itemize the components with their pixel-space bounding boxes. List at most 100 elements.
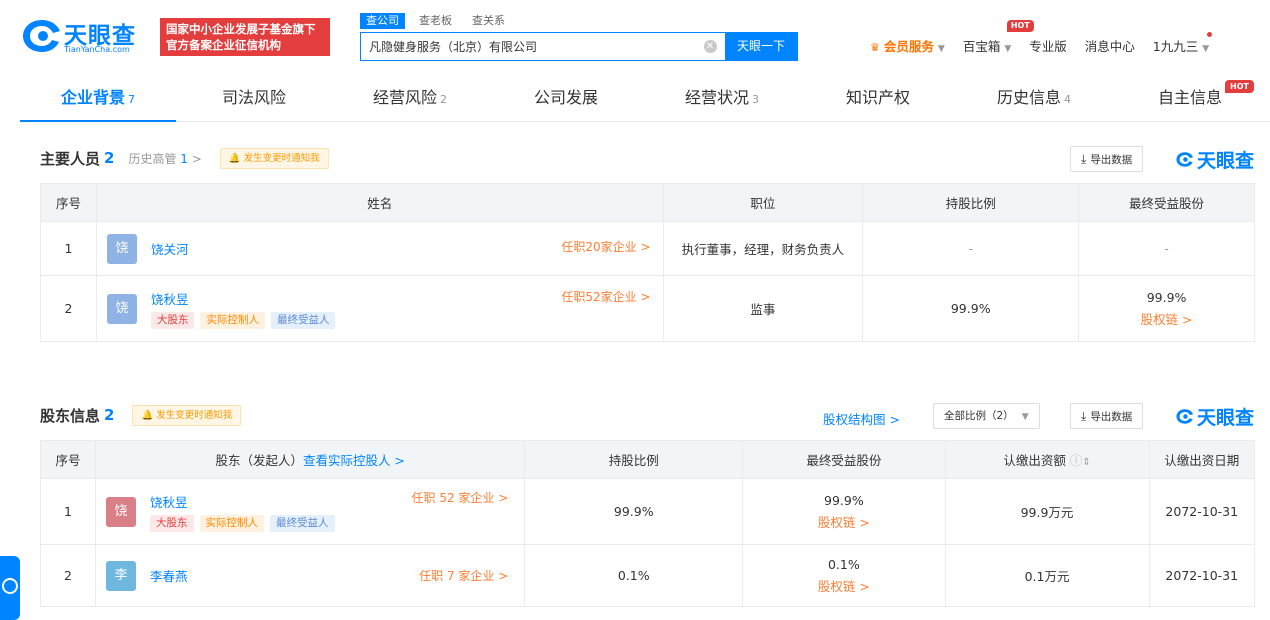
message-center-link[interactable]: 消息中心 — [1085, 36, 1135, 55]
view-controller-link[interactable]: 查看实际控股人 > — [303, 453, 405, 468]
tab-history-info[interactable]: 历史信息 4 — [956, 76, 1112, 121]
search-input[interactable] — [361, 33, 695, 60]
tab-label: 历史信息 — [996, 88, 1061, 107]
top-header: 天眼查 TianYanCha.com 国家中小企业发展子基金旗下 官方备案企业征… — [0, 0, 1270, 76]
share-cell: 99.9% — [524, 478, 744, 545]
tab-self-info[interactable]: 自主信息 HOT — [1112, 76, 1268, 121]
person-tags: 大股东 实际控制人 最终受益人 — [150, 311, 336, 329]
date-cell: 2072-10-31 — [1148, 478, 1256, 545]
capital-cell: 0.1万元 — [944, 544, 1150, 607]
clear-search-button[interactable]: ✕ — [695, 33, 725, 60]
holder-cell: 饶 饶秋昱 大股东 实际控制人 最终受益人 任职 52 家企业 > — [95, 478, 526, 545]
person-name-link[interactable]: 饶秋昱 — [151, 289, 336, 308]
help-icon[interactable]: ⓘ — [1070, 453, 1083, 468]
hot-badge: HOT — [1006, 20, 1034, 32]
notify-change-button[interactable]: 🔔 发生变更时通知我 — [132, 404, 242, 426]
person-name-link[interactable]: 饶关河 — [151, 239, 189, 258]
benefit-value: 99.9% — [824, 492, 864, 508]
watermark-text: 天眼查 — [1197, 406, 1255, 429]
user-menu[interactable]: 1九九三 ▼ — [1152, 32, 1213, 55]
row-index: 1 — [39, 478, 97, 545]
equity-chain-link[interactable]: 股权链 > — [743, 576, 944, 595]
holder-name-link[interactable]: 李春燕 — [150, 566, 188, 585]
shareholders-title: 股东信息 — [40, 406, 101, 425]
crown-icon: ♛ — [870, 41, 880, 54]
bell-icon: 🔔 — [228, 152, 241, 164]
search-tab-company[interactable]: 查公司 — [360, 13, 405, 29]
vip-label: 会员服务 — [883, 39, 934, 54]
tab-label: 企业背景 — [60, 88, 125, 107]
history-executives-link[interactable]: 历史高管 1 > — [128, 150, 201, 167]
col-share: 持股比例 — [524, 440, 744, 479]
person-cell: 饶 饶秋昱 大股东 实际控制人 最终受益人 任职52家企业 > — [95, 275, 664, 342]
export-shareholders-button[interactable]: ⤓ 导出数据 — [1070, 403, 1144, 429]
col-date: 认缴出资日期 — [1148, 440, 1256, 479]
search-mode-tabs: 查公司 查老板 查关系 — [360, 13, 511, 29]
select-value: 全部比例（2） — [944, 410, 1014, 422]
shareholders-table: 序号 股东（发起人）查看实际控股人 > 持股比例 最终受益股份 认缴出资额 ⓘ⇕… — [39, 440, 1256, 607]
date-cell: 2072-10-31 — [1148, 544, 1256, 607]
eye-logo-icon — [1176, 151, 1194, 167]
tab-label: 经营状况 — [684, 88, 749, 107]
username: 1九九三 — [1152, 39, 1199, 54]
export-personnel-button[interactable]: ⤓ 导出数据 — [1070, 146, 1144, 172]
table-row: 1 饶 饶关河 任职20家企业 > 执行董事，经理，财务负责人 - - — [40, 221, 1255, 276]
search-tab-boss[interactable]: 查老板 — [413, 13, 458, 29]
table-row: 2 饶 饶秋昱 大股东 实际控制人 最终受益人 任职52家企业 > 监事 99.… — [40, 275, 1255, 342]
pro-edition-link[interactable]: 专业版 — [1029, 36, 1067, 55]
shareholders-header: 股东信息 2 🔔 发生变更时通知我 — [40, 402, 242, 428]
tab-intellectual-property[interactable]: 知识产权 — [800, 76, 956, 121]
bell-icon: 🔔 — [141, 409, 154, 421]
eye-logo-icon — [1176, 408, 1194, 424]
eye-logo-icon — [23, 20, 60, 52]
tab-operation-risk[interactable]: 经营风险 2 — [332, 76, 488, 121]
notification-dot — [1207, 32, 1213, 37]
notify-change-button[interactable]: 🔔 发生变更时通知我 — [219, 147, 329, 169]
vip-service-menu[interactable]: ♛ 会员服务 ▼ — [870, 36, 945, 55]
equity-chain-link[interactable]: 股权链 > — [743, 512, 944, 531]
tab-enterprise-background[interactable]: 企业背景 7 — [20, 76, 176, 122]
search-button[interactable]: 天眼一下 — [725, 33, 797, 60]
benefit-cell: - — [1078, 221, 1255, 276]
treasure-box-menu[interactable]: HOT 百宝箱 ▼ — [963, 20, 1034, 55]
logo-domain: TianYanCha.com — [64, 45, 130, 54]
holder-name-link[interactable]: 饶秋昱 — [150, 492, 335, 511]
chat-icon — [2, 578, 18, 594]
chevron-down-icon: ▼ — [937, 44, 945, 54]
positions-held-link[interactable]: 任职 52 家企业 > — [412, 489, 509, 506]
positions-held-link[interactable]: 任职52家企业 > — [561, 288, 650, 305]
customer-service-widget[interactable] — [0, 556, 20, 620]
personnel-table: 序号 姓名 职位 持股比例 最终受益股份 1 饶 饶关河 任职20家企业 > 执… — [40, 183, 1255, 342]
tab-company-development[interactable]: 公司发展 — [488, 76, 644, 121]
equity-chain-link[interactable]: 股权链 > — [1079, 309, 1254, 328]
notify-label: 发生变更时通知我 — [243, 152, 320, 164]
positions-held-link[interactable]: 任职20家企业 > — [561, 238, 650, 255]
tianyancha-logo[interactable]: 天眼查 TianYanCha.com — [22, 16, 152, 54]
search-box: ✕ 天眼一下 — [360, 32, 798, 61]
benefit-cell: 99.9% 股权链 > — [742, 478, 946, 545]
equity-structure-link[interactable]: 股权结构图 > — [823, 409, 900, 428]
tag-ultimate-beneficiary: 最终受益人 — [270, 311, 336, 329]
person-tags: 大股东 实际控制人 最终受益人 — [150, 514, 335, 532]
col-capital[interactable]: 认缴出资额 ⓘ⇕ — [944, 440, 1150, 479]
badge-line-2: 官方备案企业征信机构 — [166, 38, 281, 52]
share-cell: 0.1% — [524, 544, 744, 607]
col-position: 职位 — [662, 183, 864, 222]
tianyancha-watermark: 天眼查 — [1176, 403, 1254, 429]
sort-icon[interactable]: ⇕ — [1082, 457, 1090, 468]
tab-operation-status[interactable]: 经营状况 3 — [644, 76, 800, 121]
tab-judicial-risk[interactable]: 司法风险 — [176, 76, 332, 121]
export-label: 导出数据 — [1090, 154, 1133, 166]
search-tab-relation[interactable]: 查关系 — [466, 13, 511, 29]
share-cell: 99.9% — [862, 275, 1080, 342]
positions-held-link[interactable]: 任职 7 家企业 > — [419, 567, 508, 584]
tab-count: 3 — [752, 93, 759, 106]
tab-count: 7 — [128, 93, 135, 106]
tab-label: 知识产权 — [845, 88, 910, 107]
tab-label: 公司发展 — [533, 88, 598, 107]
person-info: 李春燕 — [150, 566, 188, 585]
ratio-filter-select[interactable]: 全部比例（2） ▼ — [933, 403, 1040, 429]
user-nav: ♛ 会员服务 ▼ HOT 百宝箱 ▼ 专业版 消息中心 1九九三 ▼ — [870, 20, 1227, 55]
avatar: 饶 — [106, 293, 137, 324]
col-index: 序号 — [40, 183, 97, 222]
